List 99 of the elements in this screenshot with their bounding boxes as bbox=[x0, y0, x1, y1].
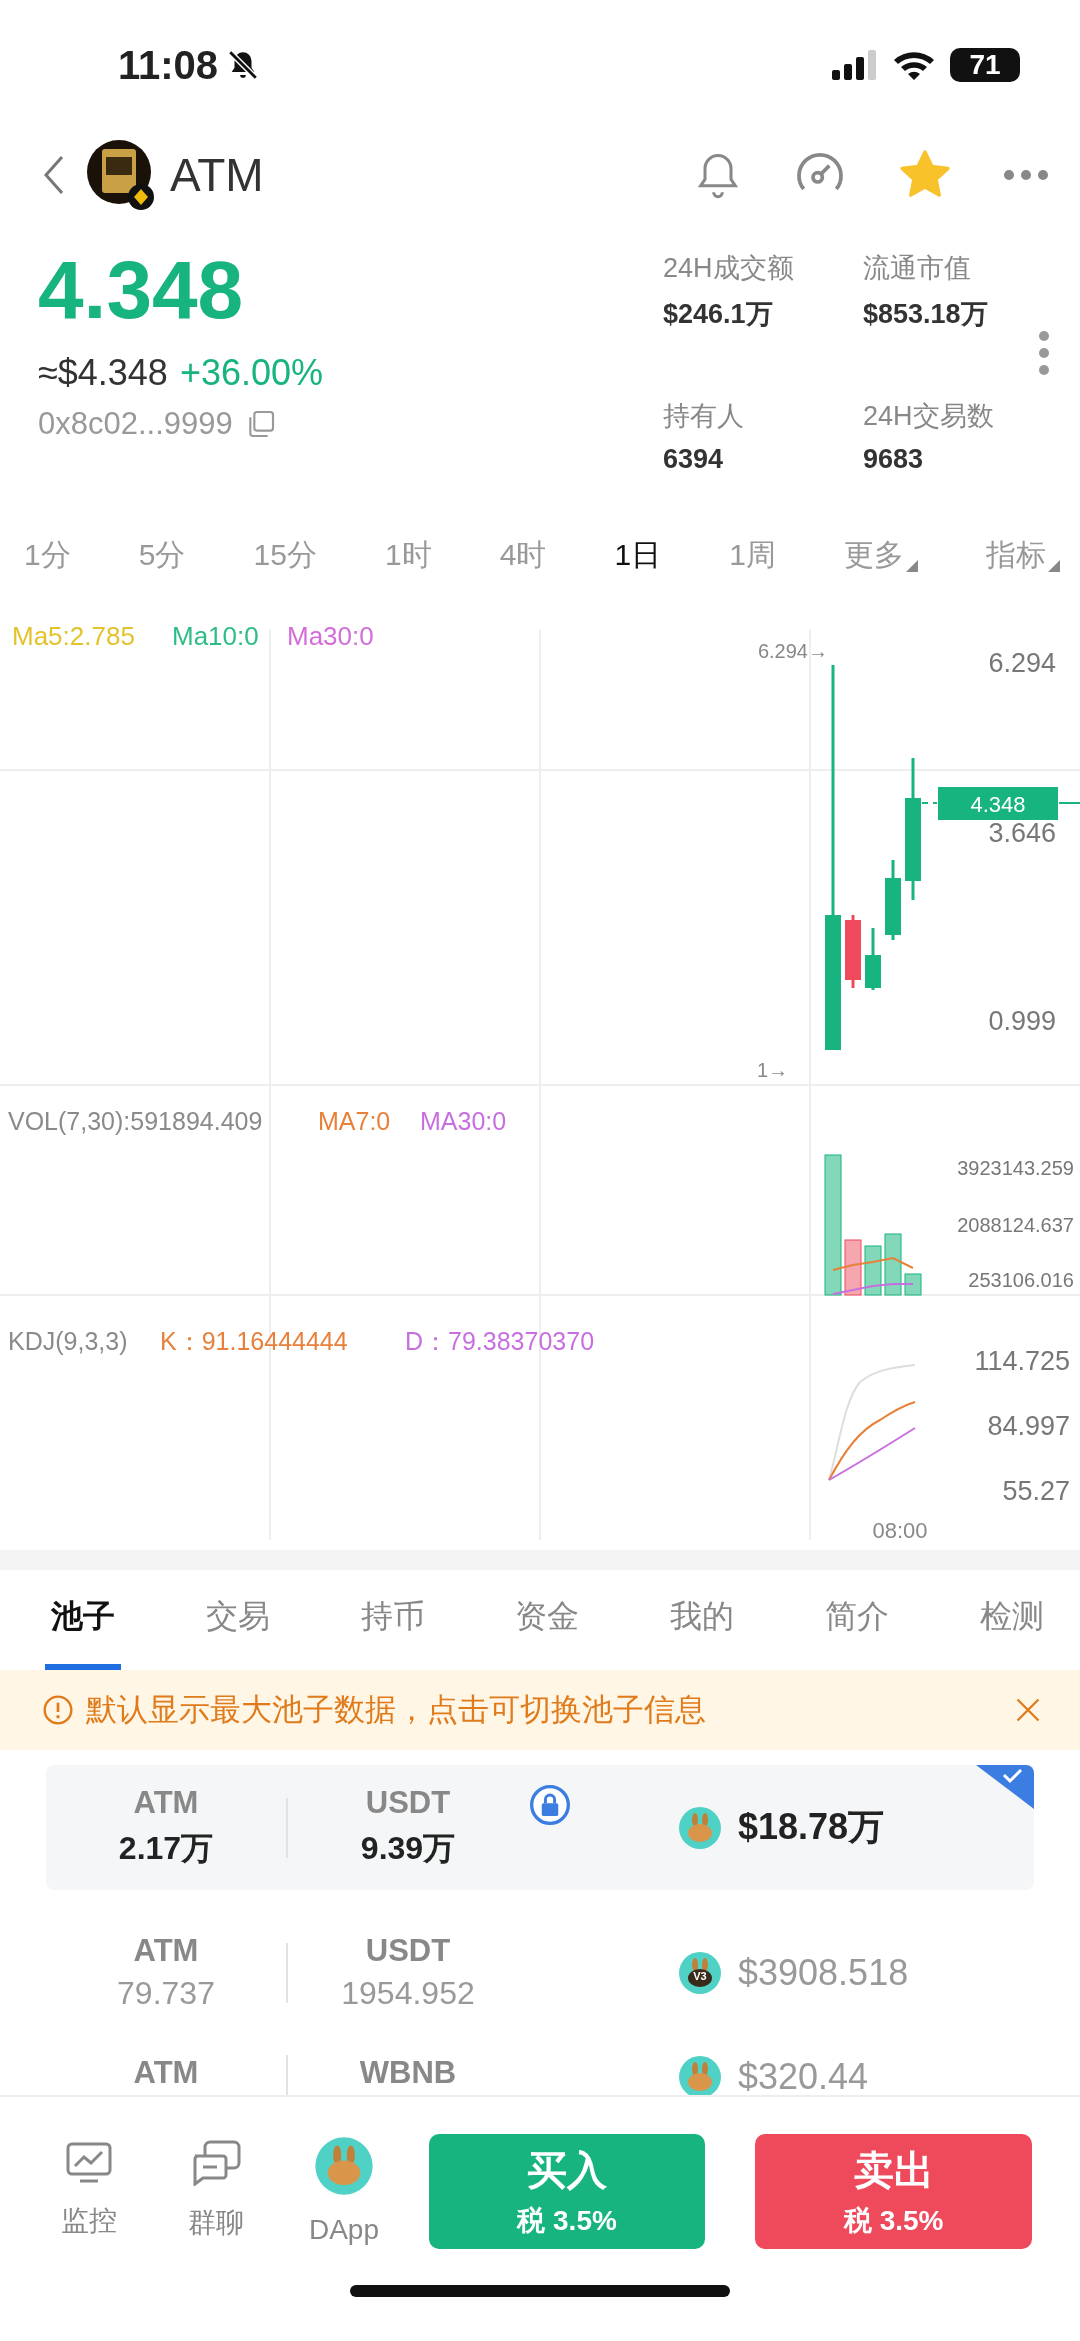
stat-label: 持有人 bbox=[663, 399, 745, 433]
ma-legend: Ma30:0 bbox=[287, 621, 374, 651]
trade-button[interactable]: 卖出 税 3.5% bbox=[755, 2133, 1032, 2249]
monitor-icon bbox=[65, 2142, 112, 2184]
volume-legend: VOL(7,30):591894.409 bbox=[8, 1107, 263, 1135]
kdj-axis-label: 84.997 bbox=[987, 1411, 1070, 1441]
close-icon[interactable] bbox=[1014, 1696, 1042, 1724]
nav-item[interactable]: 群聊 bbox=[157, 2140, 276, 2242]
kdj-axis-label: 55.27 bbox=[1002, 1476, 1070, 1506]
token-name: ATM bbox=[170, 148, 264, 202]
pool-row[interactable]: ATM 79.737 USDT 1954.952 V3 $3908.518 bbox=[46, 1910, 1034, 2035]
price-guide-line bbox=[1058, 802, 1080, 804]
warning-icon bbox=[42, 1694, 74, 1726]
wifi-icon bbox=[892, 49, 936, 81]
battery-icon: 71 bbox=[950, 48, 1020, 82]
time-axis-label: 08:00 bbox=[872, 1518, 928, 1543]
pool-liquidity: $18.78万 bbox=[738, 1805, 885, 1849]
timeframe-tab[interactable]: 4时 bbox=[499, 534, 547, 576]
low-marker: 1→ bbox=[756, 1059, 788, 1081]
section-tab[interactable]: 资金 bbox=[509, 1570, 586, 1670]
stat-label: 流通市值 bbox=[863, 252, 972, 285]
nav-item[interactable]: 监控 bbox=[30, 2142, 148, 2240]
volume-bar bbox=[864, 1245, 882, 1296]
stat-value: 9683 bbox=[863, 443, 925, 475]
volume-axis-label: 253106.016 bbox=[968, 1269, 1074, 1291]
vertical-more-icon[interactable] bbox=[1038, 330, 1050, 376]
price-value: 4.348 bbox=[38, 243, 245, 337]
last-price: 4.348 bbox=[970, 792, 1026, 817]
version-label: V3 bbox=[692, 1969, 708, 1983]
nav-label: DApp bbox=[308, 2214, 379, 2246]
timeframe-tab[interactable]: 5分 bbox=[138, 534, 186, 576]
trade-button[interactable]: 买入 税 3.5% bbox=[428, 2133, 706, 2249]
pool-token: ATM bbox=[133, 1784, 199, 1821]
nav-label: 群聊 bbox=[188, 2206, 245, 2240]
pool-amount: 2.17万 bbox=[118, 1828, 214, 1868]
pool-amount: 9.39万 bbox=[360, 1828, 456, 1868]
volume-bar bbox=[904, 1273, 922, 1296]
timeframe-tab[interactable]: 1日 bbox=[614, 534, 662, 576]
bunny-icon bbox=[678, 2055, 722, 2095]
stat-label: 24H交易数 bbox=[863, 399, 995, 433]
section-tab[interactable]: 持币 bbox=[354, 1570, 431, 1670]
stat-value: $853.18万 bbox=[863, 298, 989, 331]
notice-banner[interactable]: 默认显示最大池子数据，点击可切换池子信息 bbox=[0, 1670, 1080, 1750]
notice-text: 默认显示最大池子数据，点击可切换池子信息 bbox=[86, 1691, 707, 1729]
section-tab[interactable]: 检测 bbox=[973, 1570, 1050, 1670]
high-marker: 6.294→ bbox=[757, 640, 828, 662]
bunny-icon bbox=[314, 2136, 374, 2196]
section-tab[interactable]: 我的 bbox=[664, 1570, 741, 1670]
volume-bar bbox=[844, 1239, 862, 1296]
nav-label: 监控 bbox=[60, 2204, 117, 2238]
pool-token: ATM bbox=[133, 1933, 199, 1969]
price-axis-label: 3.646 bbox=[988, 818, 1056, 848]
selected-check-icon bbox=[976, 1765, 1034, 1809]
pool-liquidity: $320.44 bbox=[738, 2056, 869, 2095]
pool-token: USDT bbox=[365, 1933, 451, 1969]
volume-axis-label: 3923143.259 bbox=[957, 1157, 1074, 1179]
ma-legend: Ma5:2.785 bbox=[12, 621, 135, 651]
price-change: +36.00% bbox=[179, 352, 323, 394]
candle bbox=[865, 928, 881, 990]
usd-price: ≈$4.348 bbox=[38, 352, 168, 394]
contract-address: 0x8c02...9999 bbox=[38, 406, 233, 442]
chat-icon bbox=[191, 2140, 242, 2186]
timeframe-tab[interactable]: 1时 bbox=[384, 534, 432, 576]
price-guide-line bbox=[921, 802, 938, 804]
timeframe-tab[interactable]: 1分 bbox=[24, 534, 71, 576]
kdj-legend: K：91.16444444 bbox=[160, 1327, 348, 1355]
stat-label: 24H成交额 bbox=[663, 252, 795, 285]
pool-token: USDT bbox=[365, 1784, 451, 1821]
bunny-icon bbox=[678, 1950, 722, 1995]
more-icon[interactable] bbox=[1002, 168, 1050, 182]
timeframe-tab[interactable]: 1周 bbox=[729, 534, 776, 576]
timeframe-tab[interactable]: 更多 bbox=[843, 534, 918, 576]
signal-icon bbox=[832, 50, 878, 80]
pool-amount: 79.737 bbox=[117, 1975, 215, 2012]
stat-value: 6394 bbox=[663, 443, 725, 475]
pool-amount: 1954.952 bbox=[341, 1975, 475, 2012]
pool-liquidity: $3908.518 bbox=[738, 1951, 909, 1994]
section-tab[interactable]: 交易 bbox=[199, 1570, 276, 1670]
price-axis-label: 0.999 bbox=[988, 1006, 1056, 1036]
bunny-icon bbox=[678, 1805, 722, 1850]
volume-legend: MA30:0 bbox=[420, 1107, 507, 1135]
timeframe-tab[interactable]: 15分 bbox=[253, 534, 317, 576]
volume-axis-label: 2088124.637 bbox=[957, 1214, 1074, 1236]
kdj-legend: D：79.38370370 bbox=[405, 1327, 595, 1355]
ma-legend: Ma10:0 bbox=[172, 621, 259, 651]
price-axis-label: 6.294 bbox=[988, 648, 1056, 678]
kdj-legend: KDJ(9,3,3) bbox=[8, 1327, 128, 1355]
status-time: 11:08 bbox=[118, 42, 219, 88]
pool-row[interactable]: ATM 2.17万 USDT 9.39万 $18.78万 bbox=[46, 1765, 1034, 1890]
section-tab[interactable]: 简介 bbox=[819, 1570, 896, 1670]
pool-row[interactable]: ATM WBNB $320.44 bbox=[46, 2055, 1034, 2095]
volume-legend: MA7:0 bbox=[318, 1107, 391, 1135]
nav-item[interactable]: DApp bbox=[285, 2136, 403, 2246]
pool-token: ATM bbox=[133, 2055, 199, 2091]
volume-bar bbox=[884, 1233, 902, 1296]
pool-token: WBNB bbox=[359, 2055, 457, 2091]
timeframe-tab[interactable]: 指标 bbox=[986, 534, 1060, 576]
stat-value: $246.1万 bbox=[663, 298, 774, 331]
kdj-axis-label: 114.725 bbox=[974, 1346, 1070, 1376]
